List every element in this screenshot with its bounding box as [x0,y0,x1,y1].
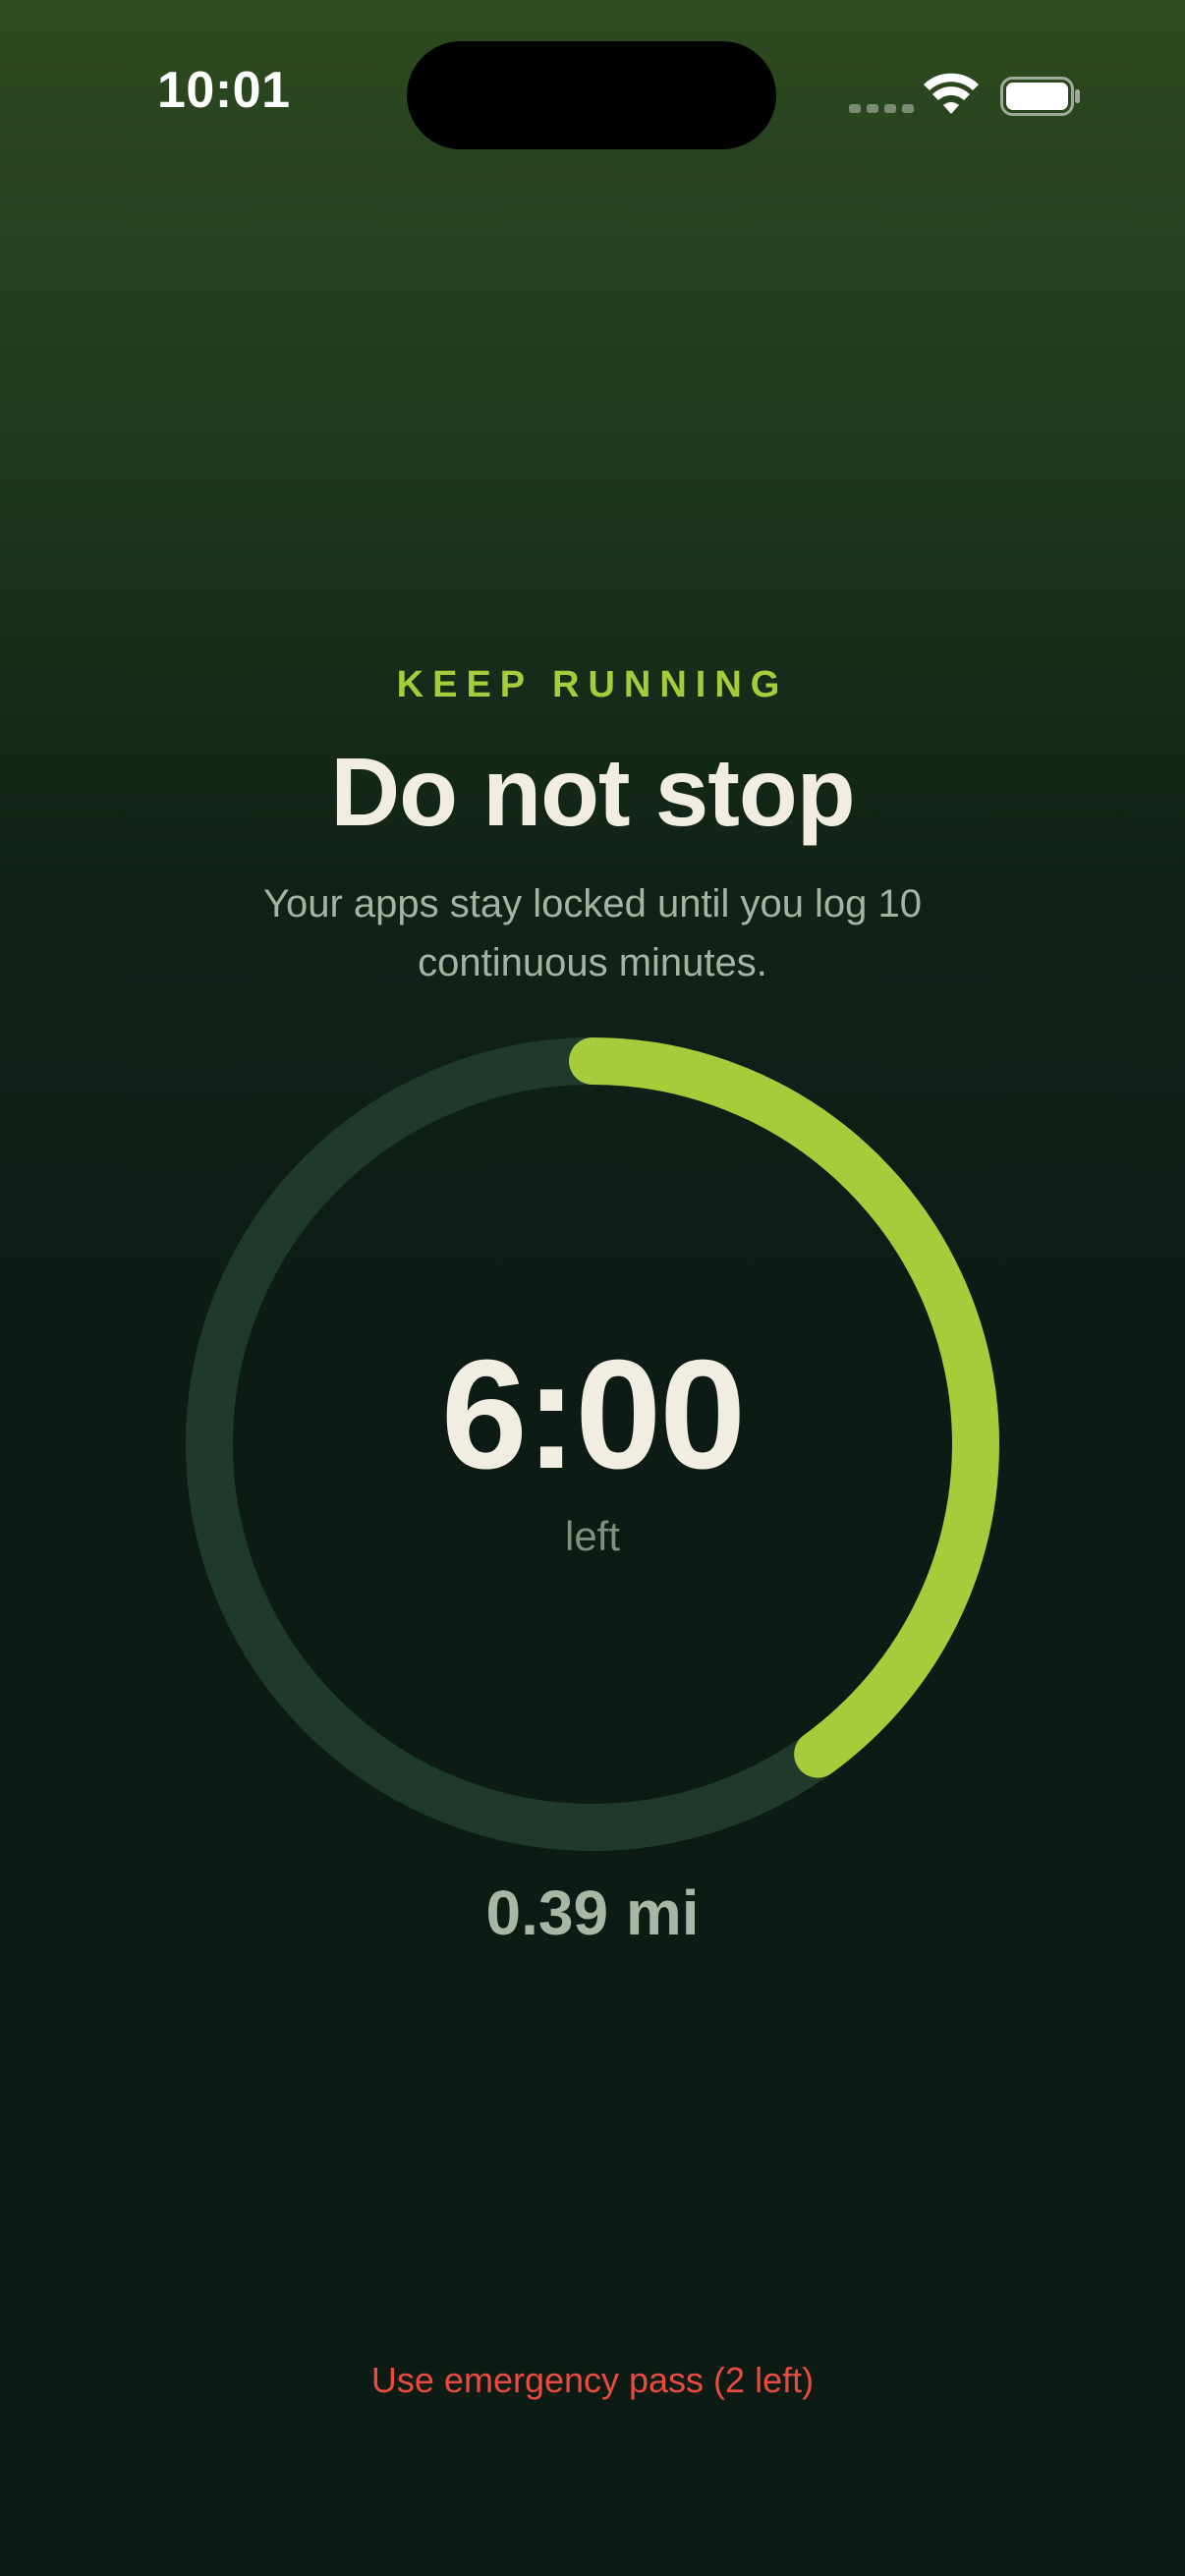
eyebrow-label: KEEP RUNNING [396,664,789,705]
cellular-signal-icon [849,104,914,113]
time-remaining-caption: left [564,1513,621,1559]
battery-icon [1000,77,1080,116]
status-time: 10:01 [157,62,291,119]
status-bar: 10:01 [0,0,1185,187]
page-title: Do not stop [330,738,855,846]
page-subtitle: Your apps stay locked until you log 10 c… [262,882,923,984]
dynamic-island [407,41,776,149]
wifi-icon [924,73,979,114]
emergency-pass-button[interactable]: Use emergency pass (2 left) [0,2360,1185,2401]
time-remaining: 6:00 [440,1328,746,1501]
distance-value: 0.39 mi [485,1877,700,1948]
